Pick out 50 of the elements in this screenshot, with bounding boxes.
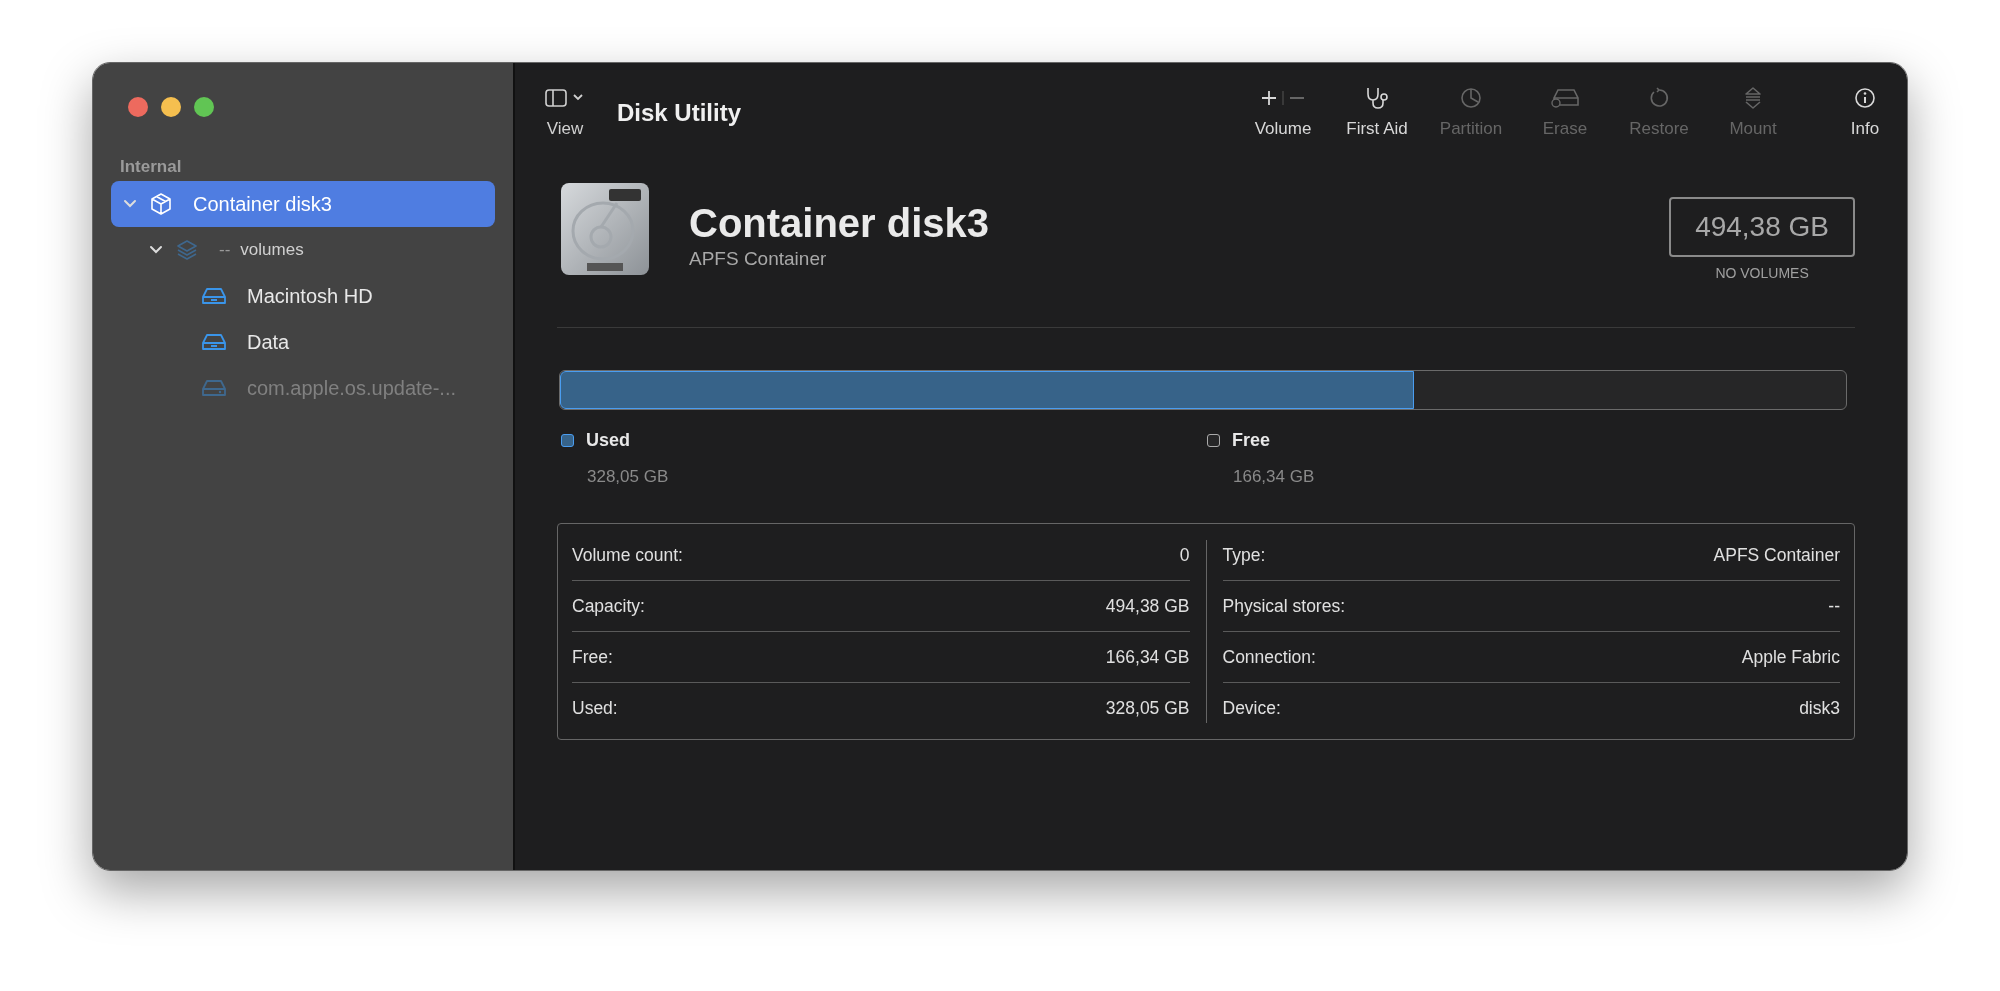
detail-label: Volume count: (572, 544, 683, 566)
sidebar-item[interactable]: Container disk3 (111, 181, 495, 227)
detail-value: 328,05 GB (1105, 697, 1190, 719)
container-title: Container disk3 (689, 201, 990, 246)
drive-icon (1550, 87, 1580, 109)
capacity-caption: NO VOLUMES (1715, 265, 1809, 281)
detail-value: Apple Fabric (1741, 646, 1840, 668)
minimize-icon[interactable] (161, 97, 181, 117)
sidebar-item[interactable]: -- volumes (111, 227, 495, 273)
detail-label: Used: (572, 697, 618, 719)
detail-label: Device: (1222, 697, 1281, 719)
detail-value: -- (1828, 595, 1840, 617)
detail-label: Free: (572, 646, 613, 668)
cube-icon (149, 192, 173, 216)
detail-value: disk3 (1799, 697, 1840, 719)
sidebar-section-title: Internal (120, 157, 183, 177)
detail-value: 494,38 GB (1105, 595, 1190, 617)
detail-label: Type: (1222, 544, 1266, 566)
sidebar-toggle-icon (545, 87, 585, 109)
sidebar-item[interactable]: Data (111, 319, 495, 365)
sidebar-item[interactable]: Macintosh HD (111, 273, 495, 319)
legend-value: 328,05 GB (587, 467, 670, 487)
window-title: Disk Utility (617, 99, 742, 127)
capacity-badge: 494,38 GB (1669, 197, 1855, 257)
legend-value: 166,34 GB (1233, 467, 1316, 487)
legend-label: Used (586, 430, 630, 451)
detail-value: APFS Container (1713, 544, 1840, 566)
toolbar-button[interactable]: Info (1845, 85, 1885, 139)
drive-icon (201, 378, 227, 398)
toolbar-button[interactable]: First Aid (1341, 85, 1413, 139)
layers-icon (175, 238, 199, 262)
detail-label: Capacity: (572, 595, 645, 617)
pie-icon (1459, 86, 1483, 110)
close-icon[interactable] (128, 97, 148, 117)
tree-prefix: -- (219, 240, 231, 260)
legend-swatch-icon (1207, 434, 1220, 447)
info-icon (1853, 86, 1877, 110)
drive-icon (201, 286, 227, 306)
zoom-icon[interactable] (194, 97, 214, 117)
detail-label: Connection: (1222, 646, 1316, 668)
detail-value: 166,34 GB (1105, 646, 1190, 668)
chevron-icon[interactable] (149, 245, 163, 255)
detail-value: 0 (1179, 544, 1190, 566)
view-button[interactable]: View (545, 85, 585, 139)
legend-swatch-icon (561, 434, 574, 447)
container-subtitle: APFS Container (689, 248, 828, 270)
legend-label: Free (1232, 430, 1271, 451)
detail-label: Physical stores: (1222, 595, 1346, 617)
drive-icon (201, 332, 227, 352)
toolbar-button[interactable]: Volume (1247, 85, 1319, 139)
